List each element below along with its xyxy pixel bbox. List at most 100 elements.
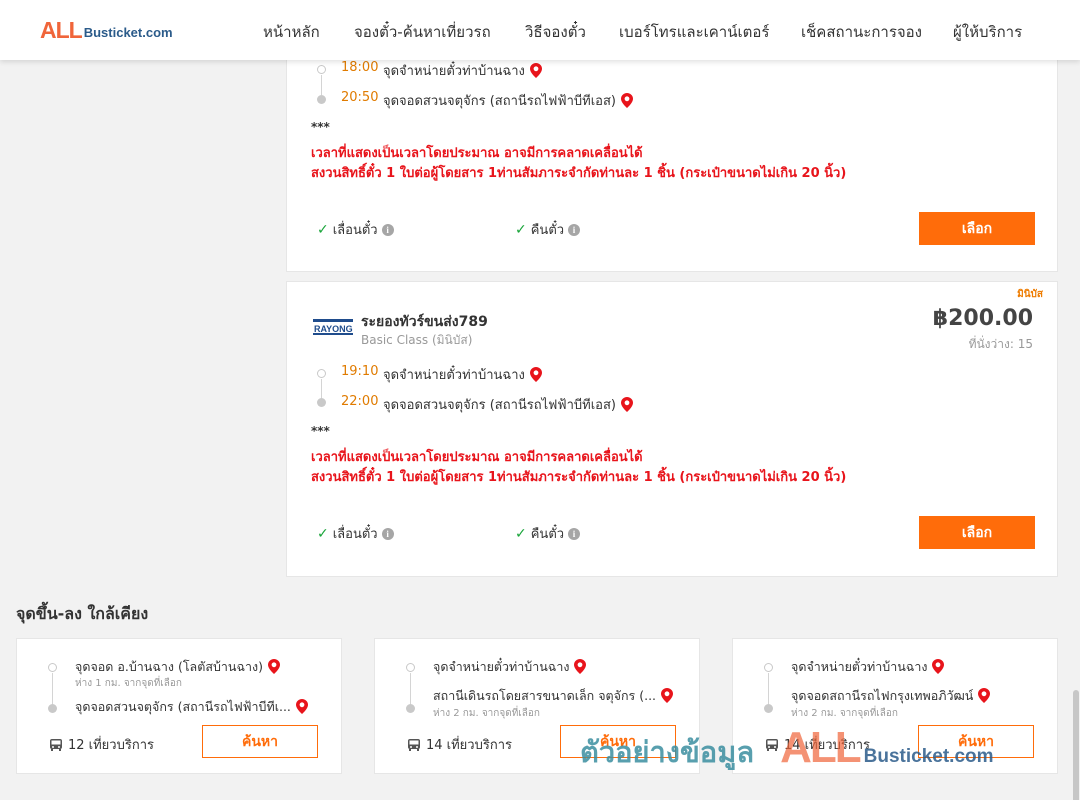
- arrive-dot: [317, 95, 326, 104]
- depart-dot: [317, 369, 326, 378]
- nearby-card: จุดจำหน่ายตั๋วท่าบ้านฉาง สถานีเดินรถโดยส…: [374, 638, 700, 774]
- trip-count: 12 เที่ยวบริการ: [49, 734, 154, 755]
- from-stop-label: จุดจำหน่ายตั๋วท่าบ้านฉาง: [433, 659, 570, 674]
- operator-logo: RAYONG: [313, 319, 353, 335]
- map-pin-icon[interactable]: [529, 63, 542, 78]
- nav-how-to-book[interactable]: วิธีจองตั๋ว: [525, 20, 586, 44]
- map-pin-icon[interactable]: [267, 659, 280, 674]
- depart-stop[interactable]: จุดจำหน่ายตั๋วท่าบ้านฉาง: [383, 60, 542, 81]
- note-stars: ***: [311, 424, 330, 438]
- map-pin-icon[interactable]: [661, 688, 674, 703]
- depart-stop[interactable]: จุดจำหน่ายตั๋วท่าบ้านฉาง: [383, 364, 542, 385]
- trip-count-label: 14 เที่ยวบริการ: [784, 738, 870, 753]
- note-approx-time: เวลาที่แสดงเป็นเวลาโดยประมาณ อาจมีการคลา…: [311, 146, 643, 161]
- note-luggage: สงวนสิทธิ์ตั๋ว 1 ใบต่อผู้โดยสาร 1ท่านสัม…: [311, 470, 847, 485]
- timeline-line: [768, 673, 769, 705]
- to-dot: [48, 704, 57, 713]
- feature-refund[interactable]: ✓ คืนตั๋ว i: [515, 523, 581, 544]
- info-icon[interactable]: i: [381, 527, 394, 540]
- map-pin-icon[interactable]: [574, 659, 587, 674]
- feature-refund-label: คืนตั๋ว: [530, 527, 565, 542]
- to-distance: ห่าง 2 กม. จากจุดที่เลือก: [433, 708, 540, 719]
- info-icon[interactable]: i: [381, 223, 394, 236]
- bus-icon: [408, 738, 420, 751]
- search-button[interactable]: ค้นหา: [560, 725, 676, 758]
- select-trip-button[interactable]: เลือก: [919, 516, 1035, 549]
- bus-icon: [50, 738, 62, 751]
- from-distance: ห่าง 1 กม. จากจุดที่เลือก: [75, 678, 182, 689]
- feature-postpone[interactable]: ✓ เลื่อนตั๋ว i: [317, 523, 394, 544]
- note-luggage: สงวนสิทธิ์ตั๋ว 1 ใบต่อผู้โดยสาร 1ท่านสัม…: [311, 166, 847, 181]
- bus-icon: [766, 738, 778, 751]
- to-stop-label: จุดจอดสถานีรถไฟกรุงเทพอภิวัฒน์: [791, 688, 974, 703]
- map-pin-icon[interactable]: [620, 397, 633, 412]
- operator-logo-text: RAYONG: [314, 324, 353, 334]
- check-icon: ✓: [317, 221, 329, 238]
- nearby-card: จุดจอด อ.บ้านฉาง (โลตัสบ้านฉาง) ห่าง 1 ก…: [16, 638, 342, 774]
- search-button[interactable]: ค้นหา: [918, 725, 1034, 758]
- depart-stop-label: จุดจำหน่ายตั๋วท่าบ้านฉาง: [383, 368, 525, 383]
- feature-refund[interactable]: ✓ คืนตั๋ว i: [515, 219, 581, 240]
- scrollbar-thumb[interactable]: [1073, 690, 1079, 800]
- select-trip-button[interactable]: เลือก: [919, 212, 1035, 245]
- feature-postpone-label: เลื่อนตั๋ว: [332, 223, 378, 238]
- page-scrollbar[interactable]: [1072, 60, 1080, 800]
- to-stop-label: สถานีเดินรถโดยสารขนาดเล็ก จตุจักร (...: [433, 688, 657, 703]
- arrive-dot: [317, 398, 326, 407]
- from-dot: [764, 663, 773, 672]
- arrive-stop[interactable]: จุดจอดสวนจตุจักร (สถานีรถไฟฟ้าบีทีเอส): [383, 90, 633, 111]
- depart-time: 18:00: [341, 60, 379, 75]
- to-stop-label: จุดจอดสวนจตุจักร (สถานีรถไฟฟ้าบีทีเ...: [75, 699, 291, 714]
- feature-postpone-label: เลื่อนตั๋ว: [332, 527, 378, 542]
- trip-card: 18:00 จุดจำหน่ายตั๋วท่าบ้านฉาง 20:50 จุด…: [286, 40, 1058, 272]
- depart-stop-label: จุดจำหน่ายตั๋วท่าบ้านฉาง: [383, 64, 525, 79]
- to-stop[interactable]: จุดจอดสวนจตุจักร (สถานีรถไฟฟ้าบีทีเ...: [75, 697, 308, 717]
- operator-name: ระยองทัวร์ขนส่ง789: [361, 314, 488, 330]
- search-button[interactable]: ค้นหา: [202, 725, 318, 758]
- map-pin-icon[interactable]: [529, 367, 542, 382]
- feature-postpone[interactable]: ✓ เลื่อนตั๋ว i: [317, 219, 394, 240]
- nav-check-status[interactable]: เช็คสถานะการจอง: [801, 20, 922, 44]
- nearby-section-title: จุดขึ้น-ลง ใกล้เคียง: [16, 604, 149, 623]
- depart-dot: [317, 65, 326, 74]
- nav-home[interactable]: หน้าหลัก: [263, 20, 320, 44]
- info-icon[interactable]: i: [568, 527, 581, 540]
- timeline-line: [321, 379, 322, 399]
- check-icon: ✓: [317, 525, 329, 542]
- seats-available: ที่นั่งว่าง: 15: [968, 337, 1033, 351]
- note-approx-time: เวลาที่แสดงเป็นเวลาโดยประมาณ อาจมีการคลา…: [311, 450, 643, 465]
- trip-count: 14 เที่ยวบริการ: [407, 734, 512, 755]
- from-stop[interactable]: จุดจอด อ.บ้านฉาง (โลตัสบ้านฉาง): [75, 657, 280, 677]
- check-icon: ✓: [515, 525, 527, 542]
- trip-card: มินิบัส RAYONG ระยองทัวร์ขนส่ง789 Basic …: [286, 281, 1058, 577]
- map-pin-icon[interactable]: [932, 659, 945, 674]
- feature-refund-label: คืนตั๋ว: [530, 223, 565, 238]
- map-pin-icon[interactable]: [295, 699, 308, 714]
- arrive-stop[interactable]: จุดจอดสวนจตุจักร (สถานีรถไฟฟ้าบีทีเอส): [383, 394, 633, 415]
- nav-operators[interactable]: ผู้ให้บริการ: [953, 20, 1022, 44]
- note-stars: ***: [311, 120, 330, 134]
- arrive-time: 20:50: [341, 90, 379, 105]
- info-icon[interactable]: i: [568, 223, 581, 236]
- top-navbar: ALL Busticket.com หน้าหลัก จองตั๋ว-ค้นหา…: [0, 0, 1080, 60]
- trip-count-label: 12 เที่ยวบริการ: [68, 738, 154, 753]
- operator-class: Basic Class (มินิบัส): [361, 333, 473, 347]
- from-stop-label: จุดจอด อ.บ้านฉาง (โลตัสบ้านฉาง): [75, 659, 263, 674]
- vehicle-type-badge: มินิบัส: [1017, 289, 1043, 300]
- arrive-stop-label: จุดจอดสวนจตุจักร (สถานีรถไฟฟ้าบีทีเอส): [383, 94, 616, 109]
- to-stop[interactable]: สถานีเดินรถโดยสารขนาดเล็ก จตุจักร (...: [433, 686, 674, 706]
- to-stop[interactable]: จุดจอดสถานีรถไฟกรุงเทพอภิวัฒน์: [791, 686, 991, 706]
- map-pin-icon[interactable]: [978, 688, 991, 703]
- from-stop[interactable]: จุดจำหน่ายตั๋วท่าบ้านฉาง: [791, 657, 945, 677]
- to-dot: [406, 704, 415, 713]
- arrive-stop-label: จุดจอดสวนจตุจักร (สถานีรถไฟฟ้าบีทีเอส): [383, 398, 616, 413]
- nav-phone-counter[interactable]: เบอร์โทรและเคาน์เตอร์: [619, 20, 769, 44]
- main-nav: หน้าหลัก จองตั๋ว-ค้นหาเที่ยวรถ วิธีจองตั…: [0, 20, 1080, 41]
- nav-book-search[interactable]: จองตั๋ว-ค้นหาเที่ยวรถ: [354, 20, 491, 44]
- depart-time: 19:10: [341, 364, 379, 379]
- from-dot: [48, 663, 57, 672]
- from-stop-label: จุดจำหน่ายตั๋วท่าบ้านฉาง: [791, 659, 928, 674]
- check-icon: ✓: [515, 221, 527, 238]
- map-pin-icon[interactable]: [620, 93, 633, 108]
- from-stop[interactable]: จุดจำหน่ายตั๋วท่าบ้านฉาง: [433, 657, 587, 677]
